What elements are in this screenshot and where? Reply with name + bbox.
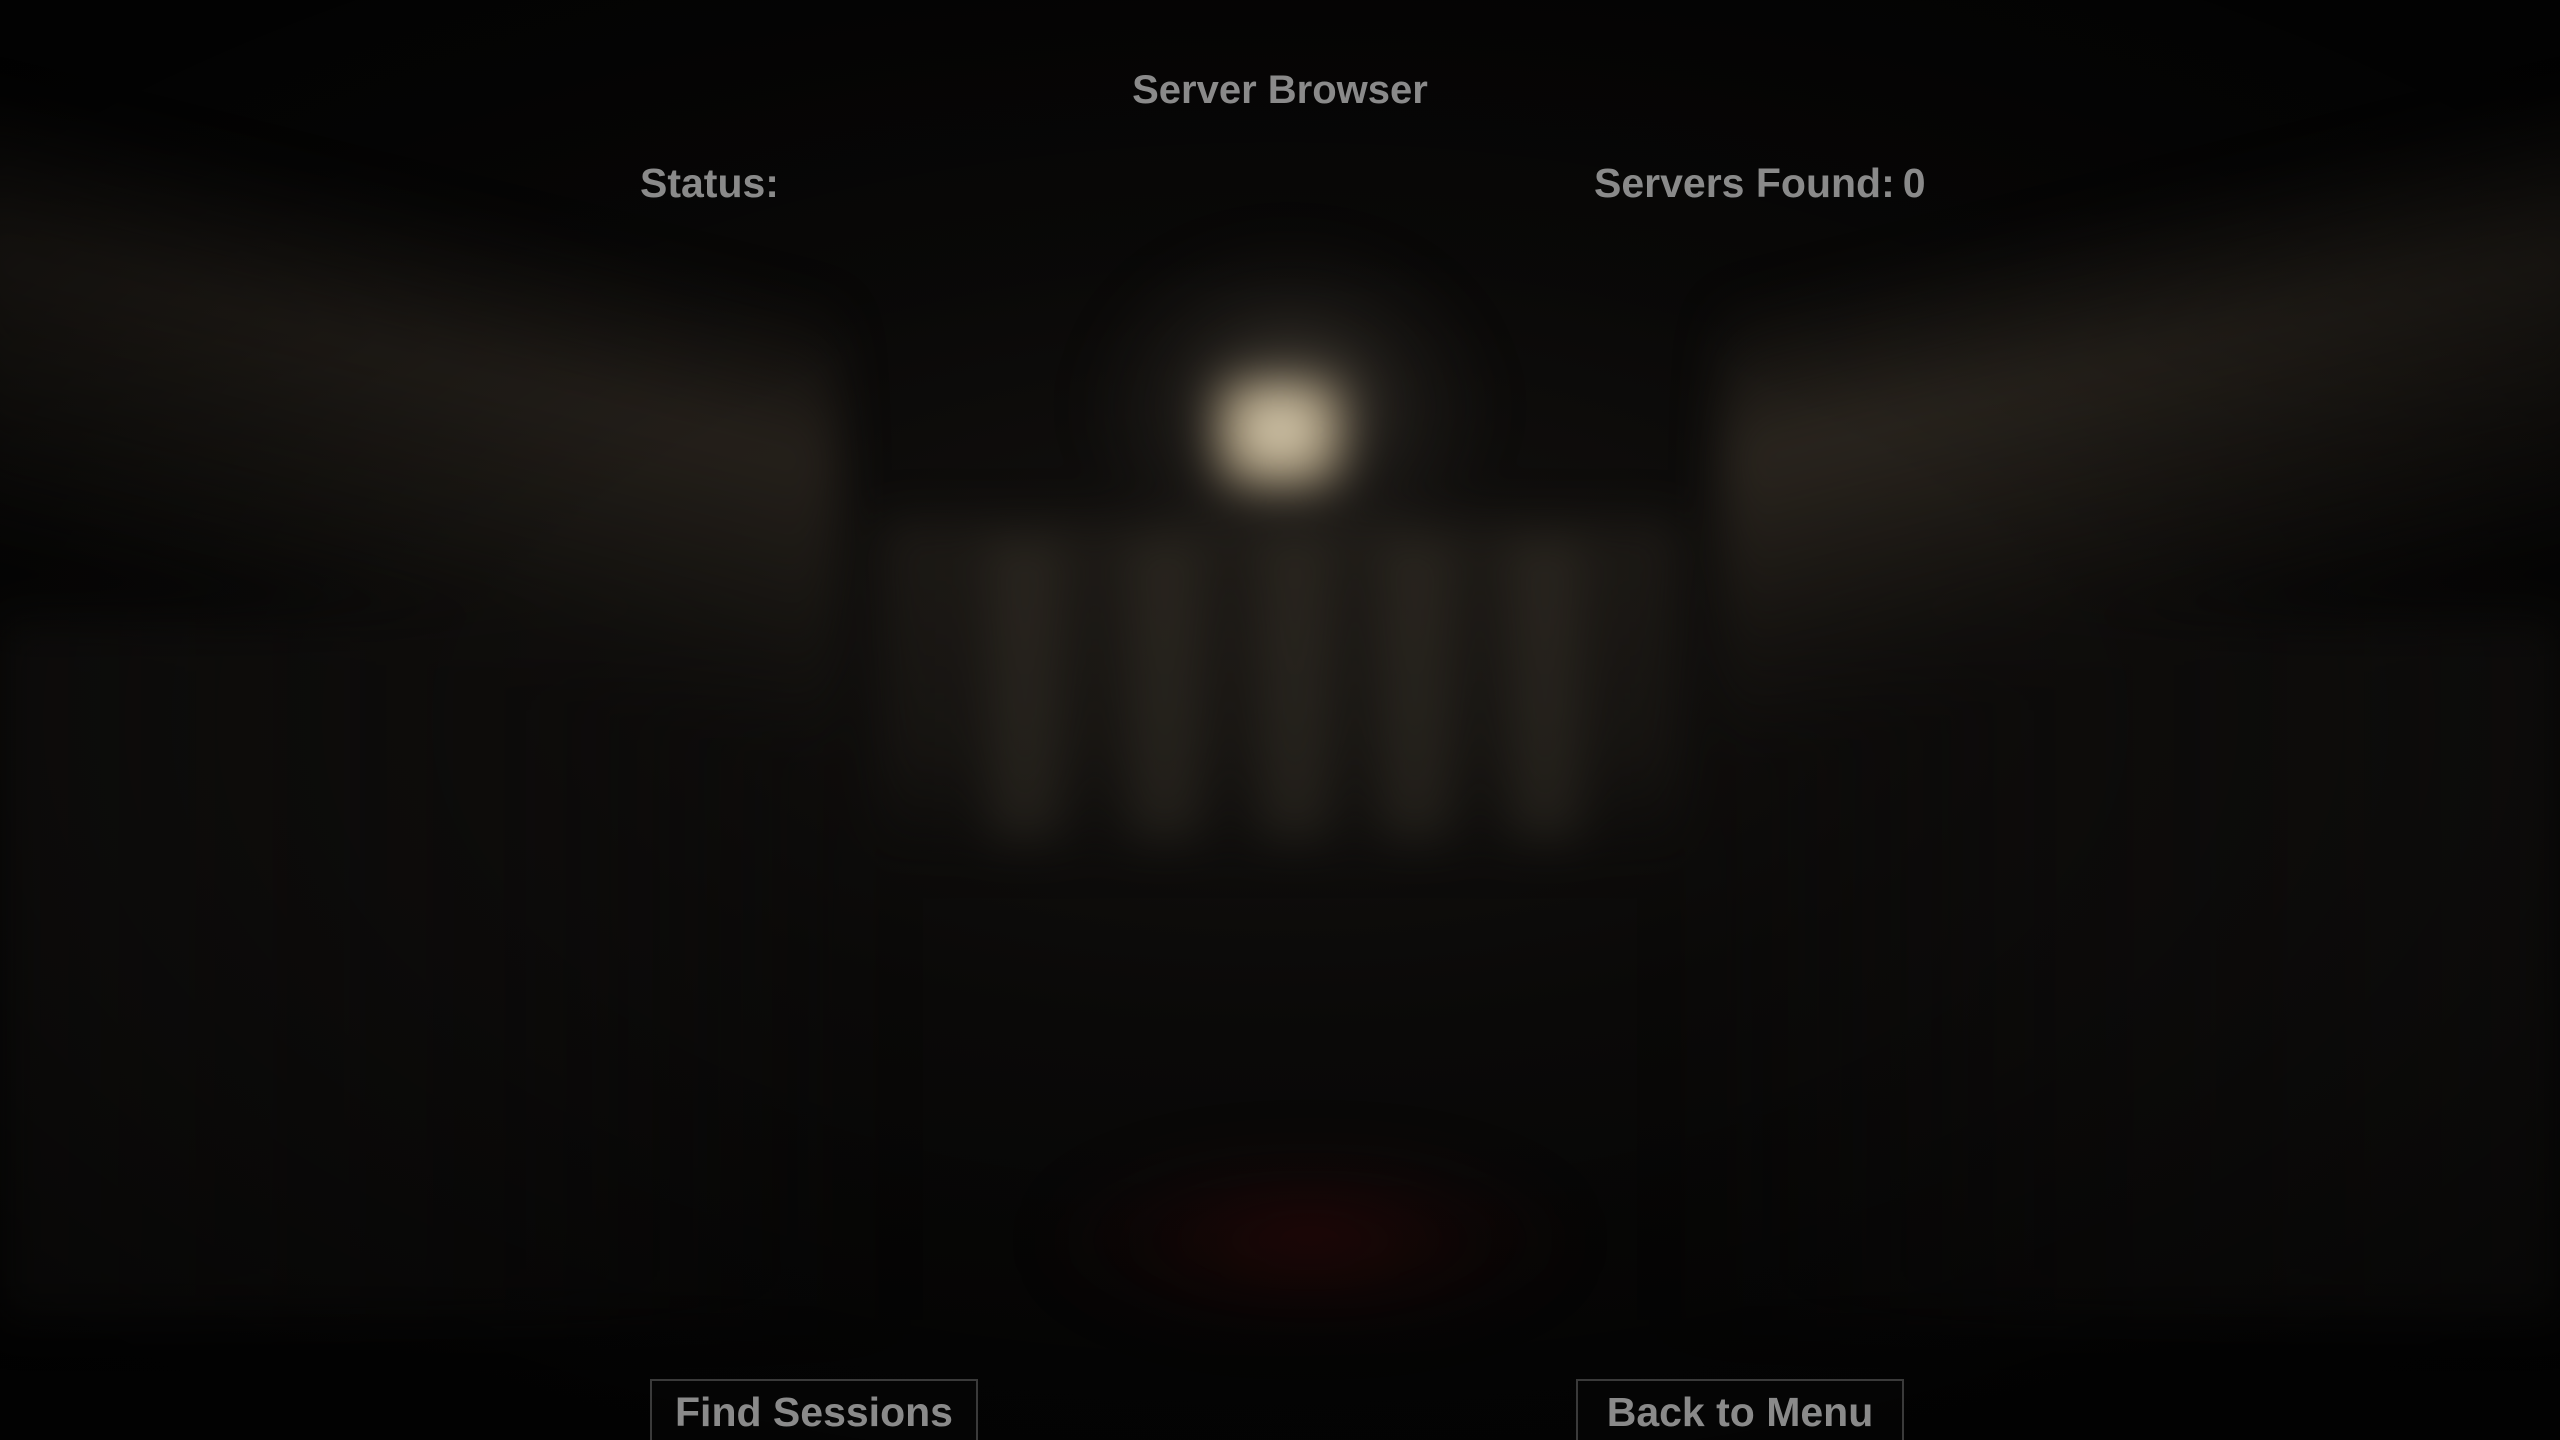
corridor-column [990,540,1060,840]
blurred-corridor-background [0,0,2560,1440]
status-indicator: Status: [640,160,779,207]
find-sessions-button[interactable]: Find Sessions [650,1379,978,1440]
corridor-column [1260,540,1330,840]
corridor-column [1510,540,1580,840]
page-title: Server Browser [1132,68,1428,112]
status-label: Status: [640,160,779,206]
corridor-column [1380,540,1450,840]
back-to-menu-label: Back to Menu [1606,1389,1874,1435]
corridor-left-wall [0,620,900,1320]
floor-blood-stain [1050,1140,1570,1340]
servers-found-count: 0 [1902,160,1926,206]
server-browser-screen: Server Browser Status: Servers Found: 0 F… [0,0,2560,1440]
find-sessions-label: Find Sessions [675,1389,953,1435]
ceiling-lamp [1215,380,1345,490]
corridor-right-wall [1660,620,2560,1320]
back-to-menu-button[interactable]: Back to Menu [1576,1379,1904,1440]
servers-found-indicator: Servers Found: 0 [1594,160,1926,207]
servers-found-label: Servers Found: [1594,160,1895,206]
corridor-column [1130,540,1200,840]
